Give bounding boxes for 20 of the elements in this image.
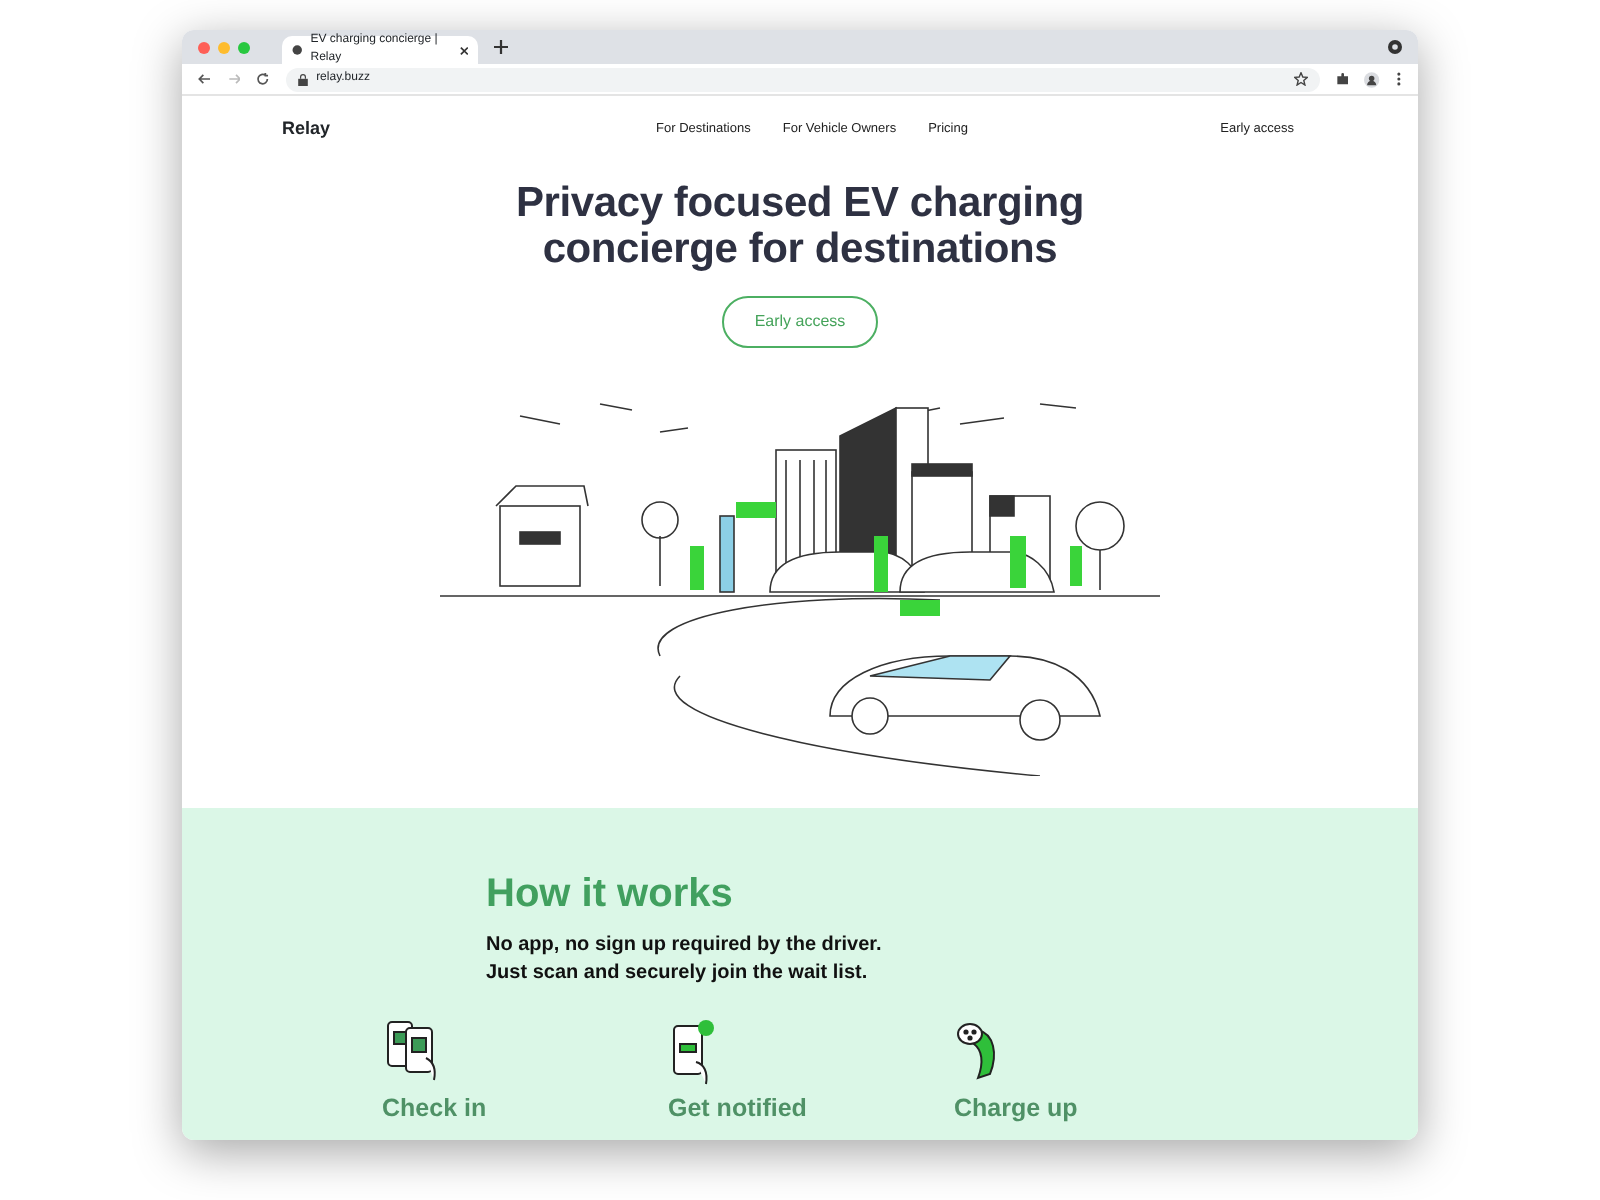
profile-icon[interactable]	[1364, 71, 1381, 87]
menu-icon[interactable]	[1396, 72, 1402, 86]
close-icon[interactable]	[459, 45, 468, 55]
new-tab-icon[interactable]	[494, 40, 508, 54]
section-heading: How it works	[486, 870, 735, 921]
back-icon[interactable]	[198, 72, 212, 86]
minimize-window-dot[interactable]	[218, 41, 230, 53]
phone-notification-icon	[668, 1018, 720, 1087]
lock-icon	[298, 73, 309, 85]
step-title: Get notified	[668, 1092, 809, 1127]
close-window-dot[interactable]	[198, 41, 210, 53]
reload-icon[interactable]	[256, 72, 271, 86]
record-icon[interactable]	[1388, 40, 1402, 54]
section-description: No app, no sign up required by the driver. Just scan and securely join the wait list.	[486, 932, 884, 987]
step-title: Check in	[382, 1092, 489, 1127]
hero-heading: Privacy focused EV charging concierge for destinations	[513, 180, 1087, 273]
logo-text[interactable]: Relay	[282, 116, 331, 144]
star-icon[interactable]	[1293, 72, 1308, 86]
step-title: Charge up	[954, 1092, 1080, 1127]
maximize-window-dot[interactable]	[238, 41, 250, 53]
